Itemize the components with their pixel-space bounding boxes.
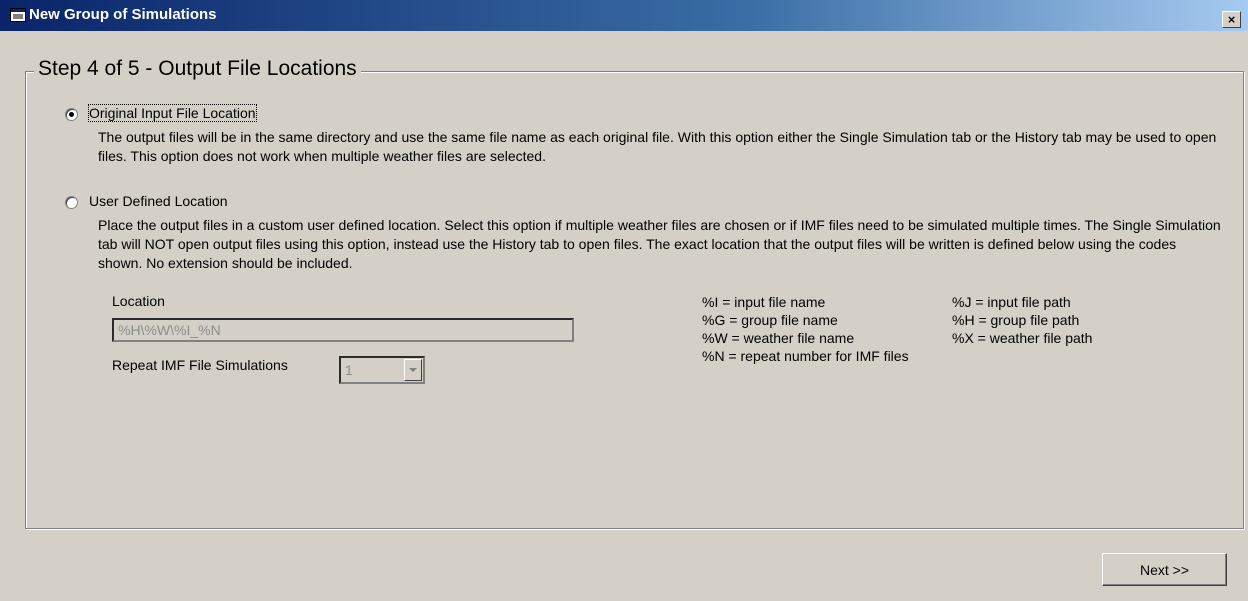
code-input-file-name: %I = input file name xyxy=(702,294,826,310)
close-button[interactable]: × xyxy=(1222,11,1241,28)
window-title: New Group of Simulations xyxy=(29,6,217,23)
option-original-location-label[interactable]: Original Input File Location xyxy=(88,104,257,122)
next-button[interactable]: Next >> xyxy=(1102,553,1227,586)
code-input-file-path: %J = input file path xyxy=(952,294,1071,310)
code-weather-file-path: %X = weather file path xyxy=(952,330,1093,346)
option-user-defined-location-description: Place the output files in a custom user … xyxy=(98,217,1221,271)
repeat-label: Repeat IMF File Simulations xyxy=(112,357,288,373)
code-group-file-name: %G = group file name xyxy=(702,312,838,328)
repeat-dropdown-button[interactable] xyxy=(404,359,422,381)
chevron-down-icon xyxy=(409,368,417,372)
step-title: Step 4 of 5 - Output File Locations xyxy=(34,57,361,81)
option-user-defined-location-label[interactable]: User Defined Location xyxy=(89,193,228,209)
option-original-location-description: The output files will be in the same dir… xyxy=(98,129,1217,164)
codes-right-column: %J = input file path %H = group file pat… xyxy=(952,293,1092,347)
repeat-select-value: 1 xyxy=(345,362,353,378)
location-input[interactable] xyxy=(112,318,574,342)
radio-selected-dot xyxy=(69,112,74,117)
code-repeat-number: %N = repeat number for IMF files xyxy=(702,348,909,364)
repeat-select[interactable]: 1 xyxy=(339,356,425,384)
app-window-icon xyxy=(10,8,26,22)
location-label: Location xyxy=(112,293,165,309)
code-group-file-path: %H = group file path xyxy=(952,312,1080,328)
radio-original-location[interactable] xyxy=(65,108,78,121)
close-icon: × xyxy=(1227,12,1236,27)
title-bar: New Group of Simulations × xyxy=(0,0,1248,31)
radio-user-defined-location[interactable] xyxy=(65,196,78,209)
codes-left-column: %I = input file name %G = group file nam… xyxy=(702,293,909,365)
code-weather-file-name: %W = weather file name xyxy=(702,330,855,346)
